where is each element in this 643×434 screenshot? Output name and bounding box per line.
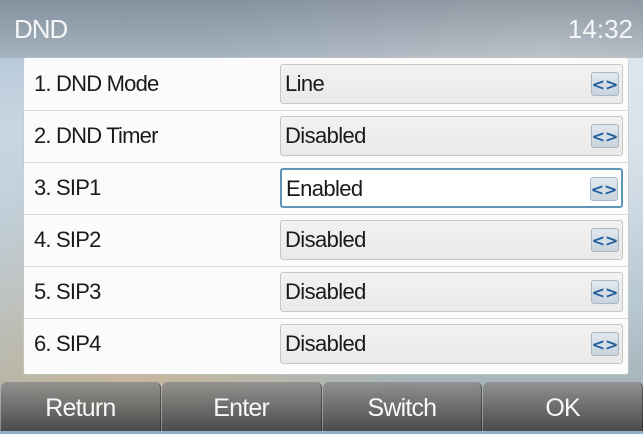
title-bar: DND 14:32	[0, 0, 643, 58]
setting-value: Disabled	[285, 123, 366, 148]
setting-label: 3. SIP1	[34, 175, 101, 200]
setting-value: Disabled	[285, 331, 366, 356]
setting-label: 6. SIP4	[34, 331, 101, 356]
switch-button[interactable]: Switch	[321, 382, 483, 431]
left-right-arrow-icon[interactable]: <>	[591, 228, 619, 252]
left-right-arrow-icon[interactable]: <>	[591, 124, 619, 148]
return-button[interactable]: Return	[0, 382, 161, 431]
setting-row-sip2[interactable]: 4. SIP2 Disabled <>	[24, 214, 628, 267]
value-selector[interactable]: Disabled <>	[280, 116, 623, 156]
clock: 14:32	[567, 14, 633, 44]
setting-value: Enabled	[286, 176, 363, 201]
value-selector[interactable]: Disabled <>	[280, 220, 623, 260]
value-selector[interactable]: Disabled <>	[280, 324, 623, 364]
left-right-arrow-icon[interactable]: <>	[590, 177, 618, 201]
value-selector-focused[interactable]: Enabled <>	[280, 168, 623, 208]
setting-value: Line	[285, 71, 325, 96]
setting-value: Disabled	[285, 227, 366, 252]
left-right-arrow-icon[interactable]: <>	[591, 280, 619, 304]
setting-value: Disabled	[285, 279, 366, 304]
setting-label: 5. SIP3	[34, 279, 101, 304]
setting-row-dnd-mode[interactable]: 1. DND Mode Line <>	[24, 58, 628, 111]
value-selector[interactable]: Disabled <>	[280, 272, 623, 312]
setting-row-dnd-timer[interactable]: 2. DND Timer Disabled <>	[24, 110, 628, 163]
value-selector[interactable]: Line <>	[280, 64, 623, 104]
setting-row-sip1[interactable]: 3. SIP1 Enabled <>	[24, 162, 628, 215]
setting-row-sip3[interactable]: 5. SIP3 Disabled <>	[24, 266, 628, 319]
page-title: DND	[14, 14, 68, 44]
setting-label: 1. DND Mode	[34, 71, 159, 96]
settings-list: 1. DND Mode Line <> 2. DND Timer Disable…	[24, 58, 628, 374]
ok-button[interactable]: OK	[482, 382, 643, 431]
setting-row-sip4[interactable]: 6. SIP4 Disabled <>	[24, 318, 628, 370]
setting-label: 4. SIP2	[34, 227, 101, 252]
left-right-arrow-icon[interactable]: <>	[591, 332, 619, 356]
enter-button[interactable]: Enter	[160, 382, 322, 431]
setting-label: 2. DND Timer	[34, 123, 158, 148]
left-right-arrow-icon[interactable]: <>	[591, 72, 619, 96]
softkey-bar: Return Enter Switch OK	[0, 382, 643, 431]
